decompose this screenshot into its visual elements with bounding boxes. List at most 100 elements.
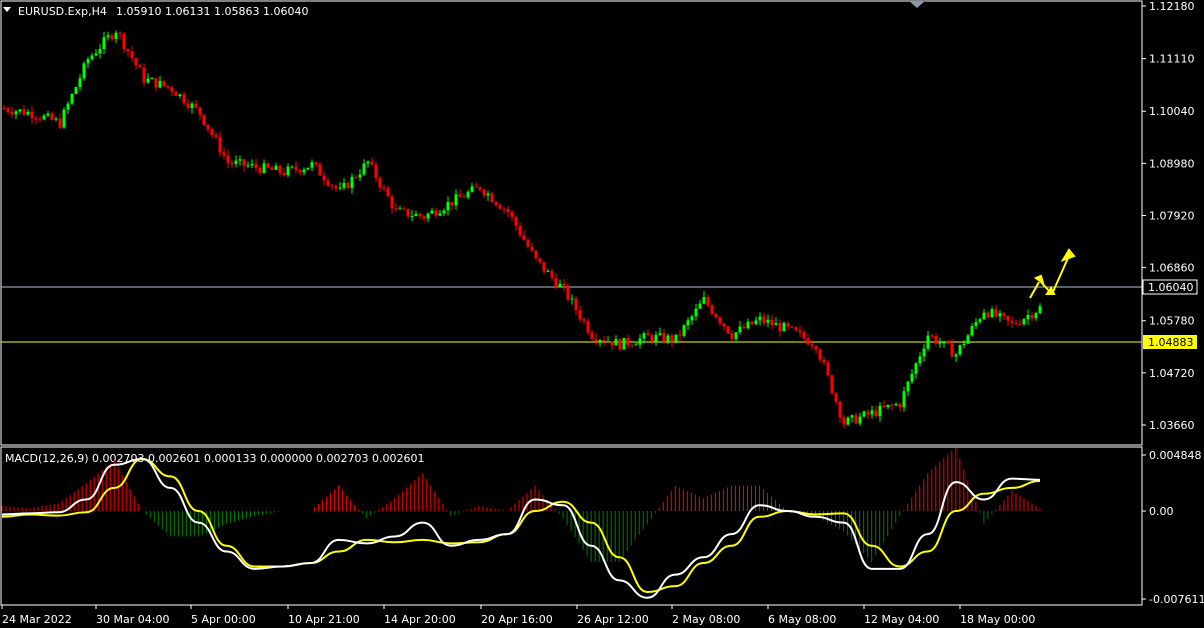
candle-body: [670, 335, 674, 342]
candle-body: [446, 201, 450, 211]
candle-body: [486, 193, 490, 196]
candle-body: [666, 335, 670, 342]
candle-body: [230, 162, 234, 165]
candle-body: [754, 320, 758, 325]
chart-window[interactable]: EURUSD.Exp,H4 1.05910 1.06131 1.05863 1.…: [0, 0, 1204, 628]
candle-body: [898, 404, 902, 408]
candle-body: [790, 326, 794, 328]
price-axis: 1.12180 1.11110 1.10040 1.08980 1.07920 1.068…: [1142, 0, 1195, 432]
candle-body: [1026, 314, 1030, 320]
candle-body: [214, 134, 218, 137]
candle-body: [302, 169, 306, 173]
candle-body: [578, 310, 582, 320]
candle-body: [34, 118, 38, 120]
candle-body: [986, 312, 990, 318]
candle-body: [494, 201, 498, 205]
current-price-tag: 1.06040: [1148, 281, 1194, 294]
candle-body: [354, 176, 358, 178]
candle-body: [758, 316, 762, 321]
candle-body: [682, 325, 686, 336]
candle-body: [618, 338, 622, 350]
price-tick-label: 1.04720: [1149, 367, 1195, 380]
candle-body: [402, 208, 406, 210]
candle-body: [694, 308, 698, 317]
candle-body: [262, 163, 266, 173]
candle-body: [114, 32, 118, 39]
macd-line: [1, 458, 1041, 599]
candle-body: [938, 343, 942, 345]
candle-body: [826, 362, 830, 376]
price-tick-label: 1.10040: [1149, 105, 1195, 118]
triangle-down-icon[interactable]: [3, 7, 11, 12]
candle-body: [82, 63, 86, 79]
candle-body: [150, 78, 154, 80]
candle-body: [58, 118, 62, 128]
candle-body: [686, 320, 690, 326]
candle-body: [870, 410, 874, 415]
scroll-marker-icon[interactable]: [909, 1, 925, 8]
candle-body: [602, 340, 606, 342]
arrow-up2-head: [1060, 248, 1076, 262]
candle-body: [394, 208, 398, 210]
candle-body: [374, 164, 378, 179]
candle-body: [854, 415, 858, 424]
candle-body: [62, 109, 66, 128]
candle-body: [278, 165, 282, 173]
candle-body: [74, 87, 78, 94]
candle-body: [742, 326, 746, 329]
candle-body: [542, 262, 546, 272]
candle-body: [162, 80, 166, 86]
candle-body: [174, 91, 178, 97]
time-tick-label: 14 Apr 20:00: [384, 613, 456, 626]
candle-body: [550, 270, 554, 278]
candle-body: [942, 341, 946, 344]
candle-body: [66, 103, 70, 110]
signal-line: [1, 458, 1041, 593]
candle-body: [1030, 314, 1034, 319]
candle-body: [954, 354, 958, 357]
candle-body: [46, 113, 50, 116]
candle-body: [906, 381, 910, 392]
candle-body: [362, 163, 366, 175]
candle-body: [186, 103, 190, 108]
candle-body: [54, 118, 58, 120]
symbol-label: EURUSD.Exp,H4: [18, 5, 107, 18]
time-tick-label: 30 Mar 04:00: [96, 613, 169, 626]
candle-body: [598, 340, 602, 342]
candle-body: [882, 405, 886, 408]
candle-body: [1034, 313, 1038, 319]
candle-body: [30, 111, 34, 119]
candle-body: [574, 298, 578, 311]
candle-body: [926, 335, 930, 349]
candle-body: [306, 167, 310, 170]
candle-body: [674, 334, 678, 342]
candle-body: [658, 332, 662, 335]
candle-body: [110, 35, 114, 39]
candle-body: [594, 338, 598, 342]
macd-axis: 0.004848 0.00 -0.007611: [1142, 449, 1204, 606]
candle-body: [22, 109, 26, 115]
macd-tick-label: 0.00: [1149, 505, 1174, 518]
candle-body: [810, 344, 814, 347]
candle-body: [778, 323, 782, 332]
candle-body: [226, 155, 230, 163]
candle-body: [626, 337, 630, 346]
candle-body: [922, 348, 926, 357]
candle-body: [678, 334, 682, 336]
candle-body: [806, 338, 810, 345]
candle-body: [138, 65, 142, 68]
candle-body: [134, 58, 138, 66]
candle-body: [310, 162, 314, 168]
candle-body: [746, 321, 750, 329]
candle-body: [614, 338, 618, 346]
candle-body: [726, 326, 730, 334]
candle-body: [274, 165, 278, 170]
candle-body: [538, 258, 542, 263]
candle-body: [586, 320, 590, 333]
candle-body: [242, 159, 246, 166]
candle-body: [90, 55, 94, 60]
candle-body: [1006, 315, 1010, 321]
chart-canvas[interactable]: EURUSD.Exp,H4 1.05910 1.06131 1.05863 1.…: [0, 0, 1204, 628]
candle-body: [798, 330, 802, 333]
candle-body: [422, 216, 426, 219]
